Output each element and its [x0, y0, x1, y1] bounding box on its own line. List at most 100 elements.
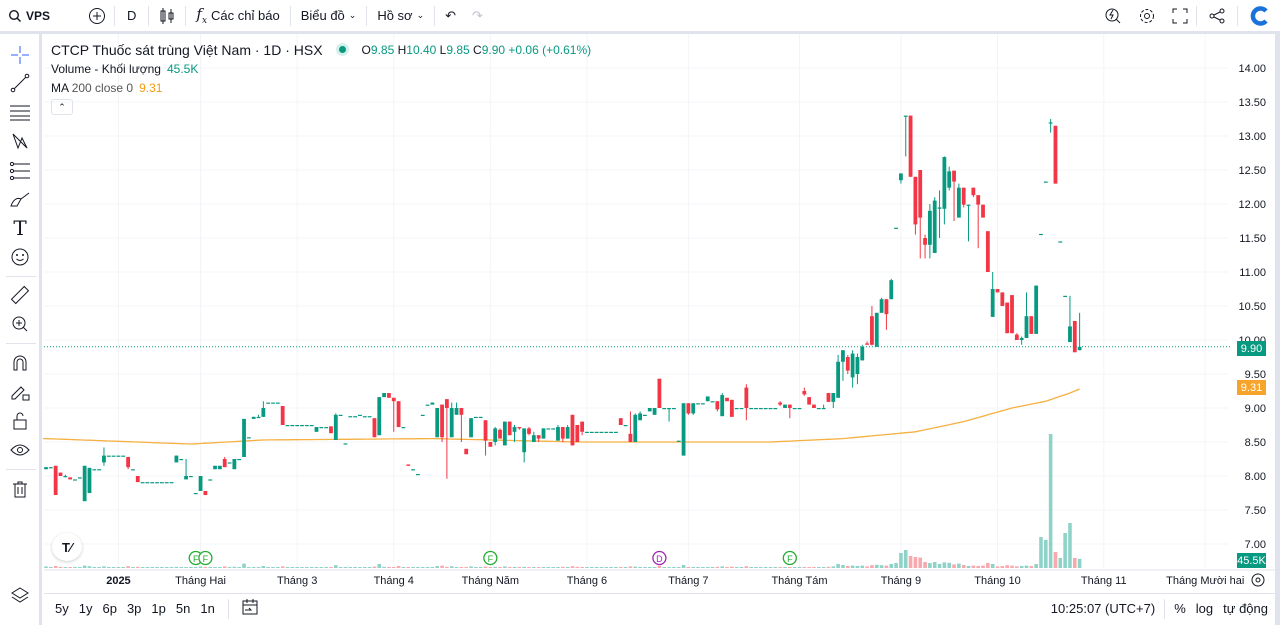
candle-body: [135, 476, 140, 483]
volume-bar: [1000, 566, 1005, 568]
candle-body: [792, 408, 797, 410]
candle-body: [734, 408, 739, 410]
collapse-legend-button[interactable]: ⌃: [51, 99, 73, 115]
candle-body: [222, 459, 227, 468]
volume-bar: [343, 567, 348, 568]
candle-body: [184, 476, 188, 480]
time-tick-label: Tháng 7: [668, 575, 708, 587]
volume-bar: [952, 564, 956, 568]
candle-body: [126, 456, 131, 468]
volume-bar: [174, 566, 179, 568]
volume-legend[interactable]: Volume - Khối lượng 45.5K: [51, 59, 591, 78]
candle-body: [48, 467, 53, 469]
candle-body: [831, 393, 836, 402]
candle-body: [729, 399, 734, 417]
candle-body: [372, 418, 377, 438]
volume-bar: [981, 565, 985, 568]
candle-body: [802, 391, 807, 395]
percent-scale-toggle[interactable]: %: [1169, 601, 1191, 616]
volume-bar: [850, 565, 855, 568]
volume-bar: [1068, 523, 1072, 568]
candle-body: [952, 170, 956, 182]
candle-body: [444, 399, 449, 408]
candle-body: [155, 482, 159, 484]
candle-body: [937, 207, 942, 209]
window-edge: [1275, 34, 1280, 625]
tradingview-logo[interactable]: Т⁄: [52, 533, 82, 561]
price-tick-label: 8.50: [1245, 437, 1266, 449]
candle-body: [638, 413, 642, 421]
volume-bar: [68, 567, 72, 568]
price-tick-label: 7.50: [1245, 505, 1266, 517]
candle-body: [469, 418, 473, 438]
candle-body: [1068, 326, 1072, 343]
candle-body: [333, 414, 338, 440]
range-button-3p[interactable]: 3p: [122, 601, 146, 616]
volume-bar: [227, 567, 232, 568]
candle-body: [797, 408, 802, 410]
log-scale-toggle[interactable]: log: [1191, 601, 1218, 616]
volume-bar: [155, 567, 159, 568]
volume-bar: [696, 567, 700, 568]
volume-bar: [899, 553, 903, 568]
candle-body: [676, 440, 681, 442]
candle-body: [787, 404, 792, 408]
candle-body: [1039, 233, 1043, 236]
candle-body: [102, 455, 106, 463]
volume-bar: [271, 567, 275, 568]
volume-bar: [324, 567, 328, 568]
range-button-5y[interactable]: 5y: [50, 601, 74, 616]
volume-bar: [589, 567, 594, 568]
range-button-6p[interactable]: 6p: [97, 601, 121, 616]
volume-bar: [918, 557, 923, 568]
auto-scale-toggle[interactable]: tự động: [1218, 601, 1276, 616]
volume-bar: [280, 566, 285, 568]
ma-legend[interactable]: MA 200 close 0 9.31: [51, 78, 591, 97]
timezone-button[interactable]: 10:25:07 (UTC+7): [1046, 601, 1160, 616]
volume-bar: [435, 566, 440, 568]
candle-body: [783, 404, 787, 408]
volume-bar: [609, 567, 613, 568]
volume-bar: [1024, 565, 1029, 568]
range-button-5n[interactable]: 5n: [171, 601, 195, 616]
candle-body: [425, 404, 430, 406]
volume-bar: [932, 562, 937, 568]
volume-bar: [396, 566, 401, 568]
ohlc-close: 9.90: [481, 42, 506, 57]
volume-bar: [831, 566, 836, 568]
range-button-1y[interactable]: 1y: [74, 601, 98, 616]
candle-body: [884, 299, 889, 315]
candle-body: [773, 408, 778, 410]
candle-body: [1005, 302, 1010, 334]
candle-body: [763, 408, 768, 410]
volume-bar: [63, 567, 68, 568]
volume-bar: [647, 567, 652, 568]
volume-bar: [966, 566, 971, 568]
volume-bar: [947, 562, 952, 568]
volume-bar: [164, 567, 169, 568]
volume-bar: [749, 567, 753, 568]
range-button-1p[interactable]: 1p: [146, 601, 170, 616]
candle-body: [686, 403, 691, 414]
candle-body: [1000, 292, 1005, 306]
candle-body: [628, 433, 633, 442]
volume-bar: [870, 565, 874, 568]
price-tick-label: 12.00: [1238, 199, 1266, 211]
candle-body: [652, 408, 657, 415]
goto-date-button[interactable]: [237, 598, 263, 619]
candle-body: [778, 402, 783, 405]
volume-bar: [889, 564, 894, 568]
candle-body: [44, 467, 48, 470]
time-tick-label: Tháng Năm: [462, 575, 519, 587]
candle-body: [903, 115, 908, 117]
volume-bar: [1077, 558, 1082, 568]
price-tick-label: 13.00: [1238, 131, 1266, 143]
range-button-1n[interactable]: 1n: [195, 601, 219, 616]
candle-body: [140, 482, 145, 484]
candle-body: [111, 455, 116, 457]
time-axis-settings-button[interactable]: [1250, 572, 1266, 588]
volume-bar: [874, 564, 879, 568]
volume-bar: [812, 567, 816, 568]
candle-body: [377, 397, 382, 436]
calendar-icon: [242, 599, 258, 615]
